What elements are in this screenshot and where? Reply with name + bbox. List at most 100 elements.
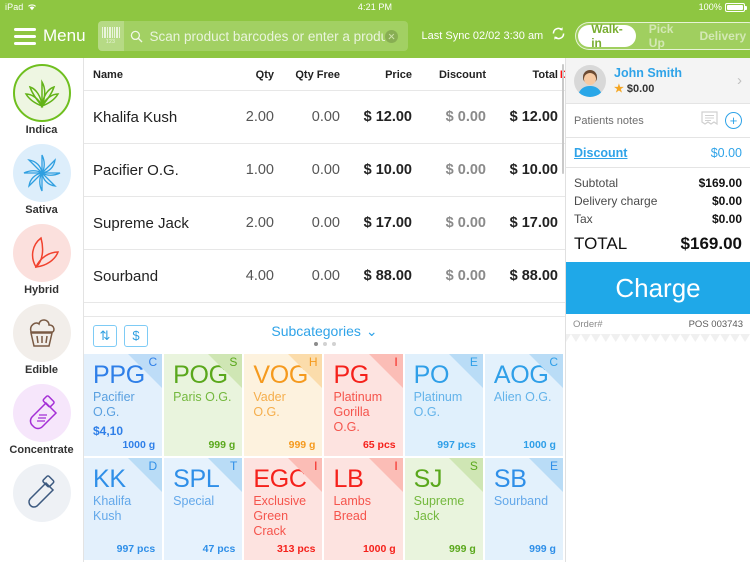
product-name: Pacifier O.G. <box>93 390 135 419</box>
note-icon[interactable] <box>701 110 718 131</box>
order-table-body: Khalifa Kush 2.00 0.00 $ 12.00 $ 0.00 $ … <box>84 90 565 316</box>
cell-qty-free: 0.00 <box>274 249 340 303</box>
order-type-segmented-control[interactable]: Walk-in Pick Up Delivery <box>575 22 750 50</box>
product-card[interactable]: C AOG Alien O.G. 1000 g <box>484 354 565 458</box>
leaf-hybrid-icon <box>31 236 59 269</box>
table-row[interactable]: Sourband 4.00 0.00 $ 88.00 $ 0.00 $ 88.0… <box>84 249 565 303</box>
search-bar[interactable]: 123 <box>97 21 408 51</box>
product-name: Alien O.G. <box>493 390 552 404</box>
discount-row[interactable]: Discount $0.00 <box>566 138 750 168</box>
discount-value: $0.00 <box>710 145 742 160</box>
clear-search-icon[interactable] <box>384 29 398 43</box>
delivery-label: Delivery charge <box>574 194 658 208</box>
sidebar-item-vape[interactable] <box>0 464 83 544</box>
page-dot[interactable] <box>313 342 318 346</box>
badge-corner: E <box>528 458 563 492</box>
segment-pick-up[interactable]: Pick Up <box>636 22 687 50</box>
cell-qty: 4.00 <box>212 249 274 303</box>
badge-letter: D <box>148 459 158 473</box>
avatar-icon <box>574 64 606 97</box>
notes-actions: + <box>701 110 742 131</box>
leaf-sativa-icon <box>23 154 60 192</box>
sidebar-item-edible[interactable]: Edible <box>0 304 83 384</box>
badge-letter: I <box>394 355 398 369</box>
customer-points: ★ $0.00 <box>614 82 682 96</box>
cell-qty-free: 0.00 <box>274 143 340 197</box>
cell-total: $ 12.00 <box>486 90 558 144</box>
patient-notes-row[interactable]: Patients notes + <box>566 104 750 138</box>
table-row[interactable]: Alien O.G. 7.00 0.00 $ 27.00 $ 0.00 $ 27… <box>84 302 565 316</box>
product-card[interactable]: I PG Platinum Gorilla O.G. 65 pcs <box>324 354 405 458</box>
segment-delivery[interactable]: Delivery <box>686 25 750 47</box>
segment-walk-in[interactable]: Walk-in <box>578 22 636 50</box>
subcategories-selector[interactable]: Subcategories ⌄ <box>84 323 565 340</box>
product-card[interactable]: E PO Platinum O.G. 997 pcs <box>404 354 485 458</box>
cell-name: Supreme Jack <box>84 196 212 250</box>
cell-price: $ 10.00 <box>340 143 412 197</box>
cell-name: Pacifier O.G. <box>84 143 212 197</box>
product-card[interactable]: T SPL Special 47 pcs <box>164 458 245 562</box>
concentrate-circle <box>12 384 71 442</box>
col-header-price: Price <box>385 69 412 81</box>
badge-corner: H <box>288 354 323 388</box>
cell-actions[interactable] <box>558 196 565 250</box>
top-navbar: Menu 123 Last Sync 02/02 3:30 am <box>0 14 750 58</box>
product-card[interactable]: S POG Paris O.G. 999 g <box>164 354 245 458</box>
barcode-icon[interactable]: 123 <box>97 21 124 51</box>
product-card[interactable]: D KK Khalifa Kush 997 pcs <box>84 458 165 562</box>
cell-qty-free: 0.00 <box>274 90 340 144</box>
sidebar-item-hybrid[interactable]: Hybrid <box>0 224 83 304</box>
cell-actions[interactable] <box>558 249 565 303</box>
product-name: Platinum O.G. <box>413 390 463 419</box>
table-row[interactable]: Supreme Jack 2.00 0.00 $ 17.00 $ 0.00 $ … <box>84 196 565 250</box>
last-sync-label: Last Sync 02/02 3:30 am <box>421 30 544 42</box>
product-card[interactable]: S SJ Supreme Jack 999 g <box>404 458 485 562</box>
subtotal-label: Subtotal <box>574 176 619 190</box>
chevron-right-icon[interactable]: › <box>737 72 742 89</box>
menu-button[interactable]: Menu <box>8 26 90 46</box>
cell-discount: $ 0.00 <box>412 196 486 250</box>
sidebar-item-indica[interactable]: Indica <box>0 64 83 144</box>
product-card[interactable]: E SB Sourband 999 g <box>484 458 565 562</box>
table-scrollbar[interactable] <box>561 64 564 174</box>
receipt-edge <box>566 334 750 342</box>
chevron-down-icon[interactable]: ⌄ <box>366 323 378 340</box>
product-quantity: 999 g <box>288 439 316 451</box>
badge-letter: T <box>229 459 238 473</box>
charge-button[interactable]: Charge <box>566 262 750 314</box>
refresh-icon[interactable] <box>550 25 567 47</box>
cell-price: $ 12.00 <box>340 90 412 144</box>
order-table-container[interactable]: Name Qty Qty Free Price Discount Total D… <box>84 58 565 316</box>
badge-letter: E <box>549 459 558 473</box>
order-number-row: Order# POS 003743 <box>566 314 750 334</box>
product-card[interactable]: H VOG Vader O.G. 999 g <box>244 354 325 458</box>
page-dot[interactable] <box>331 342 336 346</box>
status-bar: iPad 4:21 PM 100% <box>0 0 750 14</box>
dollar-icon: $ <box>132 328 140 343</box>
product-name: Special <box>173 494 215 508</box>
page-dot[interactable] <box>322 342 327 346</box>
edible-circle <box>12 304 71 362</box>
product-card[interactable]: I LB Lambs Bread 1000 g <box>324 458 405 562</box>
totals-row-subtotal: Subtotal $169.00 <box>574 174 742 192</box>
badge-letter: E <box>469 355 478 369</box>
product-name: Paris O.G. <box>173 390 232 404</box>
subcategories-label[interactable]: Subcategories <box>271 323 361 339</box>
search-input[interactable] <box>149 28 385 44</box>
cell-actions[interactable] <box>558 302 565 316</box>
pos-app: iPad 4:21 PM 100% Menu 123 Scan product … <box>0 0 750 562</box>
customer-info: John Smith ★ $0.00 <box>614 66 682 95</box>
product-card[interactable]: C PPG Pacifier O.G. $4,10 1000 g <box>84 354 165 458</box>
bottle-icon <box>29 395 57 430</box>
sidebar-item-sativa[interactable]: Sativa <box>0 144 83 224</box>
table-row[interactable]: Khalifa Kush 2.00 0.00 $ 12.00 $ 0.00 $ … <box>84 90 565 144</box>
product-card[interactable]: I EGC Exclusive Green Crack 313 pcs <box>244 458 325 562</box>
badge-letter: I <box>314 459 318 473</box>
customer-row[interactable]: John Smith ★ $0.00 › <box>566 58 750 104</box>
plus-circle-icon[interactable]: + <box>725 112 742 129</box>
sidebar-item-concentrate[interactable]: Concentrate <box>0 384 83 464</box>
table-row[interactable]: Pacifier O.G. 1.00 0.00 $ 10.00 $ 0.00 $… <box>84 143 565 197</box>
discount-label[interactable]: Discount <box>574 146 627 160</box>
barcode-digits: 123 <box>105 39 116 45</box>
cell-discount: $ 0.00 <box>412 302 486 316</box>
